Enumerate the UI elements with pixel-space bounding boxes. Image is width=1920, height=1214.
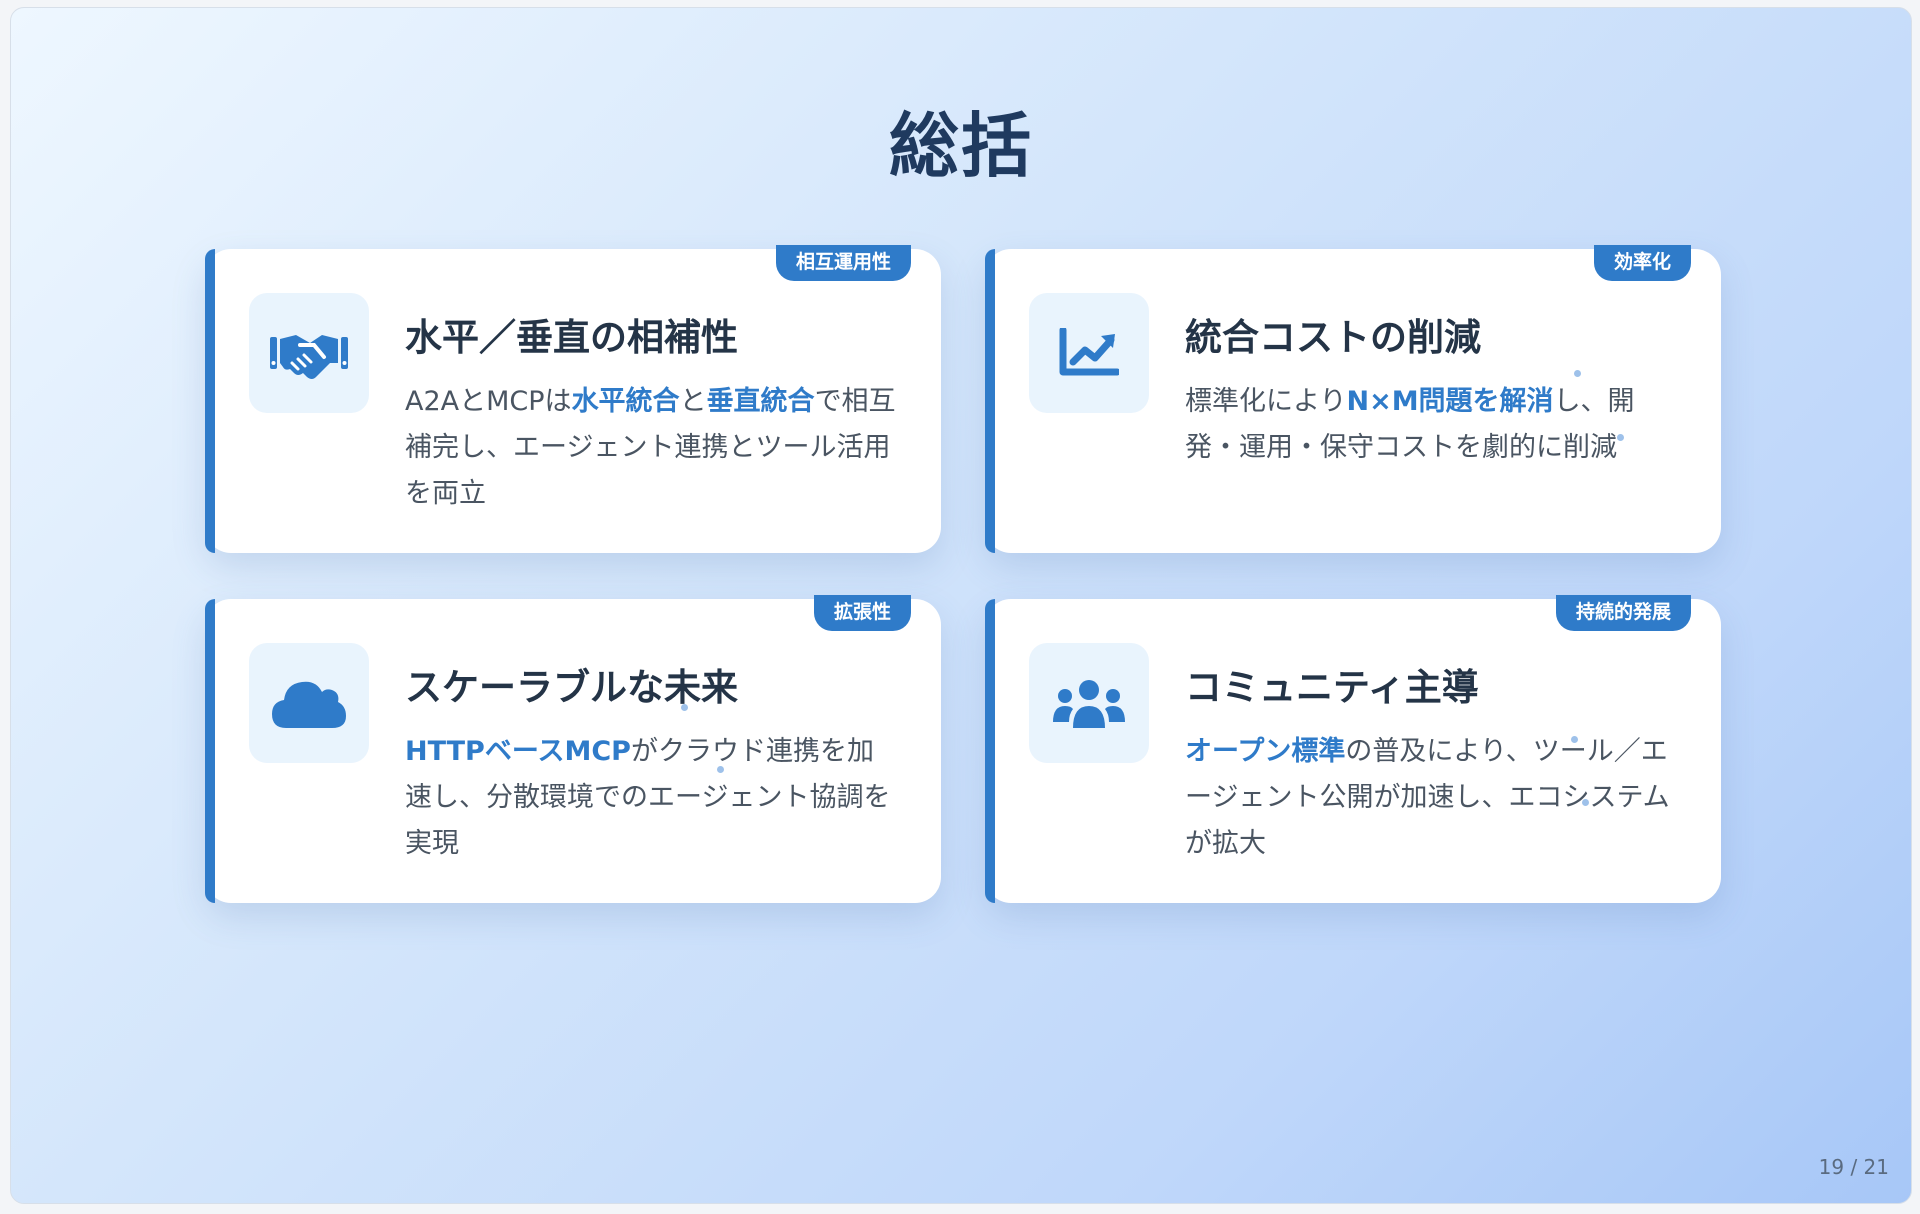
highlight-text: 垂直統合 [706,386,815,417]
card-icon-box [1029,293,1149,413]
card-description: HTTPベースMCPがクラウド連携を加速し、分散環境でのエージェント協調を実現 [405,729,900,867]
users-icon [1053,680,1125,728]
card-description: 標準化によりN×M問題を解消し、開発・運用・保守コストを劇的に削減 [1185,379,1680,471]
chart-line-icon [1059,328,1119,376]
card-icon-box [249,293,369,413]
handshake-icon [270,335,348,379]
text-segment: と [679,386,707,417]
card-description: オープン標準の普及により、ツール／エージェント公開が加速し、エコシステムが拡大 [1185,729,1680,867]
card-accent-bar [985,249,995,553]
card-title: コミュニティ主導 [1185,666,1479,709]
card-accent-bar [985,599,995,903]
card-icon-box [1029,643,1149,763]
card-scalable-future: 拡張性 スケーラブルな未来 HTTPベースMCPがクラウド連携を加速し、分散環境… [205,595,941,903]
text-segment: 標準化により [1185,386,1347,417]
decorative-dot [1571,736,1578,743]
card-icon-box [249,643,369,763]
decorative-dot [1617,434,1624,441]
card-community-driven: 持続的発展 コミュニティ主導 オープン標準の普及により、ツール／エージェント公開… [985,595,1721,903]
card-title: 水平／垂直の相補性 [405,316,738,359]
highlight-text: オープン標準 [1185,736,1346,767]
slide-title: 総括 [889,105,1033,187]
page-indicator: 19 / 21 [1818,1155,1889,1179]
card-accent-bar [205,599,215,903]
slide: 総括 相互運用性 水平／垂直の相補性 A2AとMCPは水平統合と垂直統合で相互補… [10,7,1912,1204]
decorative-dot [717,766,724,773]
card-title: スケーラブルな未来 [405,666,738,709]
card-tag: 効率化 [1593,245,1691,281]
highlight-text: N×M問題を解消 [1346,386,1554,417]
card-description: A2AとMCPは水平統合と垂直統合で相互補完し、エージェント連携とツール活用を両… [405,379,900,517]
card-title: 統合コストの削減 [1185,316,1481,359]
highlight-text: HTTPベースMCP [405,736,631,767]
card-cost-reduction: 効率化 統合コストの削減 標準化によりN×M問題を解消し、開発・運用・保守コスト… [985,245,1721,553]
highlight-text: 水平統合 [571,386,680,417]
cloud-icon [272,681,346,728]
decorative-dot [1582,799,1589,806]
card-complementarity: 相互運用性 水平／垂直の相補性 A2AとMCPは水平統合と垂直統合で相互補完し、… [205,245,941,553]
card-accent-bar [205,249,215,553]
card-tag: 相互運用性 [775,245,911,281]
decorative-dot [681,704,688,711]
text-segment: A2AとMCPは [405,386,572,417]
card-tag: 拡張性 [813,595,911,631]
card-tag: 持続的発展 [1555,595,1691,631]
decorative-dot [1574,370,1581,377]
